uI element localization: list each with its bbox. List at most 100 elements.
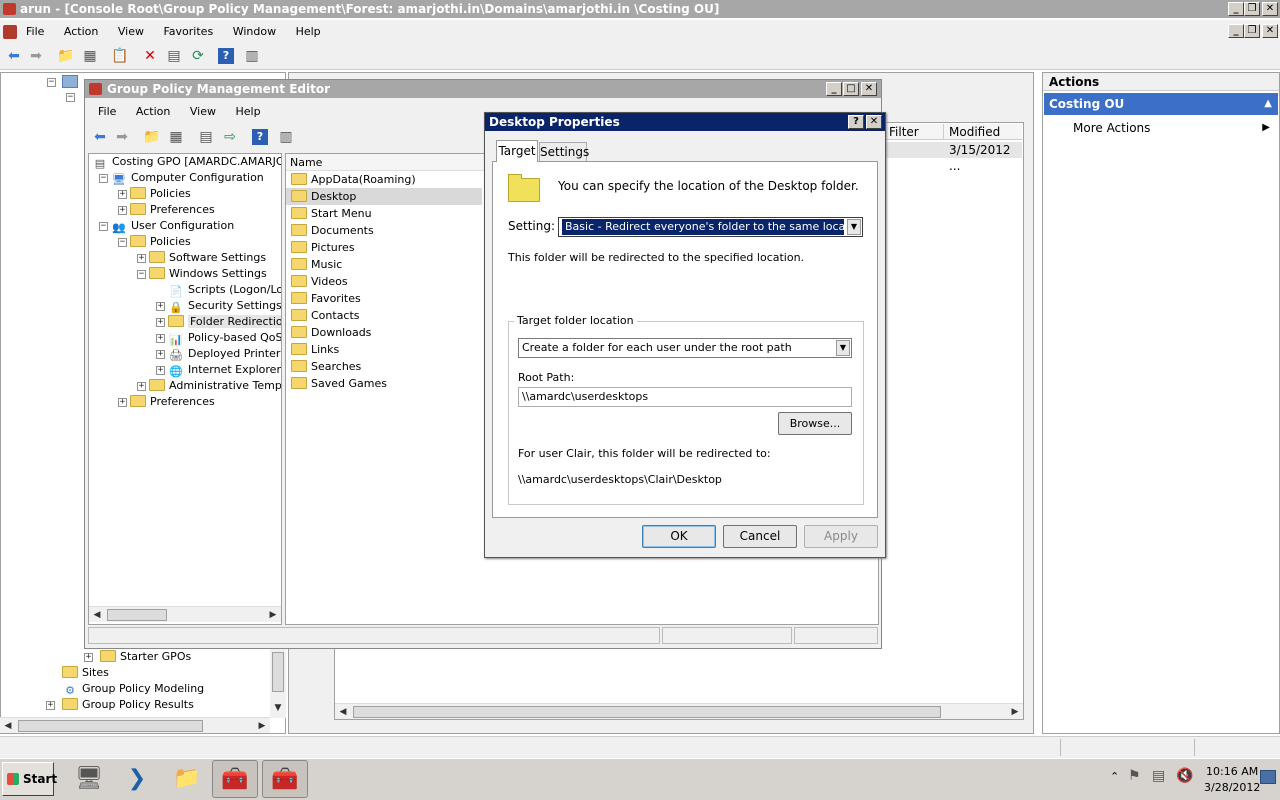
collapse-toggle[interactable]: − — [118, 238, 127, 247]
expand-toggle[interactable]: + — [156, 366, 165, 375]
list-item[interactable]: Downloads — [286, 324, 482, 341]
menu-help[interactable]: Help — [288, 20, 329, 44]
tree-item-modeling[interactable]: ⚙ Group Policy Modeling — [62, 681, 204, 697]
tab-target[interactable]: Target — [496, 140, 538, 162]
mmc-close-button[interactable]: ✕ — [1262, 2, 1278, 16]
expand-toggle[interactable]: + — [156, 302, 165, 311]
expand-toggle[interactable]: + — [118, 190, 127, 199]
browse-button[interactable]: Browse... — [778, 412, 852, 435]
gpme-minimize-button[interactable]: _ — [826, 82, 842, 96]
dialog-close-button[interactable]: ✕ — [866, 115, 882, 129]
collapse-toggle[interactable]: − — [99, 174, 108, 183]
list-item[interactable]: AppData(Roaming) — [286, 171, 482, 188]
flag-icon[interactable]: ⚑ — [1128, 768, 1141, 784]
menu-file[interactable]: File — [18, 20, 52, 44]
help-icon[interactable]: ? — [252, 129, 268, 145]
list-item[interactable]: Start Menu — [286, 205, 482, 222]
gpme-menu-action[interactable]: Action — [128, 101, 178, 123]
properties-icon[interactable]: ▤ — [196, 127, 216, 147]
tree-item[interactable]: 📄 Scripts (Logon/Logo — [89, 282, 281, 298]
expand-toggle[interactable]: + — [156, 318, 165, 327]
list-item[interactable]: Desktop — [286, 188, 482, 205]
tree-item[interactable]: − 🖥 Computer Configuration — [89, 170, 281, 186]
tree-item[interactable]: + 🖨 Deployed Printers — [89, 346, 281, 362]
volume-icon[interactable]: 🔇 — [1176, 768, 1193, 784]
tree-item-sites[interactable]: Sites — [62, 665, 109, 681]
gpme-menu-help[interactable]: Help — [227, 101, 268, 123]
menu-window[interactable]: Window — [225, 20, 284, 44]
menu-favorites[interactable]: Favorites — [155, 20, 221, 44]
gpme-tree-hscroll[interactable]: ◀ ▶ — [89, 606, 281, 622]
expand-toggle[interactable]: + — [156, 350, 165, 359]
chevron-down-icon[interactable]: ▼ — [836, 340, 850, 356]
tree-item-starter-gpos[interactable]: + Starter GPOs — [84, 649, 191, 665]
collapse-toggle[interactable]: − — [99, 222, 108, 231]
tree-item[interactable]: − Policies — [89, 234, 281, 250]
expand-toggle[interactable]: + — [118, 398, 127, 407]
mmc-restore-button[interactable]: ❐ — [1244, 2, 1260, 16]
back-icon[interactable]: ⬅ — [4, 46, 24, 66]
export-list-icon[interactable]: ⇨ — [220, 127, 240, 147]
child-close-button[interactable]: ✕ — [1262, 24, 1278, 38]
expand-toggle[interactable]: + — [156, 334, 165, 343]
clock-date[interactable]: 3/28/2012 — [1204, 781, 1260, 794]
up-folder-icon[interactable]: 📁 — [56, 46, 76, 66]
tree-item[interactable]: + Preferences — [89, 394, 281, 410]
tree-item-results[interactable]: + Group Policy Results — [46, 697, 194, 713]
list-item[interactable]: Favorites — [286, 290, 482, 307]
clock-time[interactable]: 10:16 AM — [1206, 765, 1258, 778]
tree-item[interactable]: − Windows Settings — [89, 266, 281, 282]
target-location-select[interactable]: Create a folder for each user under the … — [518, 338, 852, 358]
delete-icon[interactable]: ✕ — [140, 46, 160, 66]
tree-item[interactable]: + 📊 Policy-based QoS — [89, 330, 281, 346]
setting-select[interactable]: Basic - Redirect everyone's folder to th… — [558, 217, 863, 237]
network-icon[interactable]: ▤ — [1152, 768, 1165, 784]
list-item[interactable]: Contacts — [286, 307, 482, 324]
gpo-row-modified[interactable]: 3/15/2012 ... — [886, 142, 1022, 173]
tree-item[interactable]: + Administrative Templat — [89, 378, 281, 394]
root-path-input[interactable]: \\amardc\userdesktops — [518, 387, 852, 407]
gpme-menu-file[interactable]: File — [90, 101, 124, 123]
expand-toggle[interactable]: − — [66, 93, 75, 102]
list-item[interactable]: Searches — [286, 358, 482, 375]
expand-toggle[interactable]: − — [47, 78, 56, 87]
cancel-button[interactable]: Cancel — [723, 525, 797, 548]
mmc-minimize-button[interactable]: _ — [1228, 2, 1244, 16]
tree-item[interactable]: ▤ Costing GPO [AMARDC.AMARJOTH — [89, 154, 281, 170]
collapse-arrow-icon[interactable]: ▲ — [1264, 93, 1272, 115]
forward-icon[interactable]: ➡ — [112, 127, 132, 147]
forward-icon[interactable]: ➡ — [26, 46, 46, 66]
gpme-close-button[interactable]: ✕ — [861, 82, 877, 96]
list-item[interactable]: Documents — [286, 222, 482, 239]
list-item[interactable]: Pictures — [286, 239, 482, 256]
show-hide-tree-icon[interactable]: ▦ — [80, 46, 100, 66]
menu-view[interactable]: View — [110, 20, 152, 44]
tree-item[interactable]: + Folder Redirection — [89, 314, 281, 330]
tree-item[interactable]: − 👥 User Configuration — [89, 218, 281, 234]
mmc-tree-vscroll[interactable]: ▼ — [270, 648, 286, 718]
menu-action[interactable]: Action — [56, 20, 106, 44]
up-folder-icon[interactable]: 📁 — [142, 127, 162, 147]
action-pane-icon[interactable]: ▥ — [276, 127, 296, 147]
col-header-modified[interactable]: Modified — [944, 124, 1022, 140]
gpme-taskbar-icon[interactable]: 🧰 — [262, 760, 308, 798]
actions-section-costing-ou[interactable]: Costing OU ▲ — [1044, 93, 1278, 115]
ok-button[interactable]: OK — [642, 525, 716, 548]
col-header-filter[interactable]: Filter — [886, 124, 944, 140]
clipboard-icon[interactable]: 📋 — [110, 46, 130, 66]
show-hidden-icons[interactable]: ⌃ — [1110, 770, 1119, 783]
gpme-maximize-button[interactable]: □ — [843, 82, 859, 96]
show-desktop-icon[interactable] — [1260, 770, 1276, 784]
list-item[interactable]: Saved Games — [286, 375, 482, 392]
child-minimize-button[interactable]: _ — [1228, 24, 1244, 38]
gpme-menu-view[interactable]: View — [182, 101, 224, 123]
properties-icon[interactable]: ▤ — [164, 46, 184, 66]
back-icon[interactable]: ⬅ — [90, 127, 110, 147]
server-manager-icon[interactable]: 🖥 — [66, 760, 112, 798]
refresh-icon[interactable]: ⟳ — [188, 46, 208, 66]
mmc-taskbar-icon[interactable]: 🧰 — [212, 760, 258, 798]
list-item[interactable]: Music — [286, 256, 482, 273]
tree-item[interactable]: + Software Settings — [89, 250, 281, 266]
powershell-icon[interactable]: ❯ — [114, 760, 160, 798]
help-icon[interactable]: ? — [218, 48, 234, 64]
